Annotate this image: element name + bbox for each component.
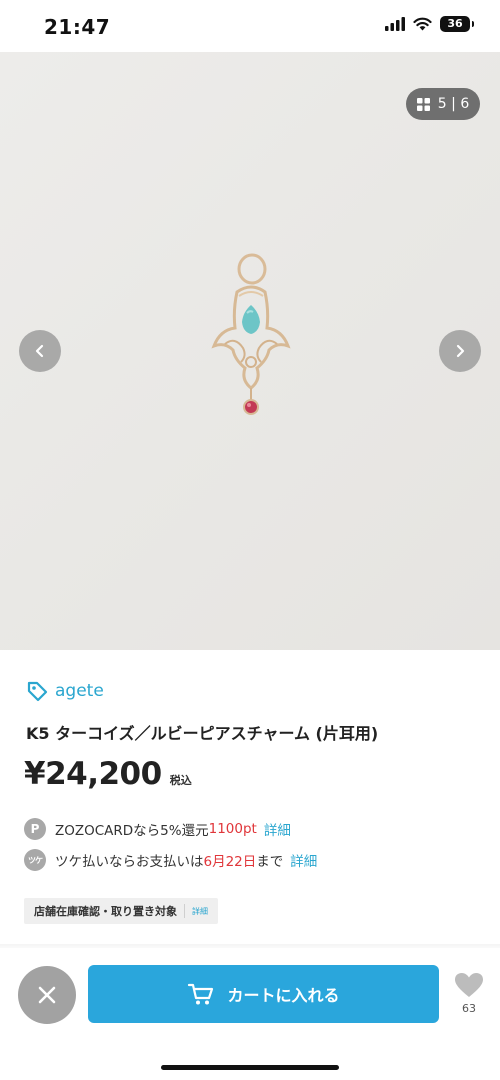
favorite-button[interactable]: 63 (450, 972, 488, 1015)
store-stock-label: 店舗在庫確認・取り置き対象 (34, 905, 177, 918)
zozocard-points: 1100pt (208, 821, 257, 837)
tax-label: 税込 (169, 774, 192, 787)
zozocard-text: ZOZOCARDなら5%還元 (55, 823, 209, 839)
points-icon: P (24, 818, 46, 840)
signal-icon (385, 17, 405, 31)
add-to-cart-label: カートに入れる (227, 986, 340, 1005)
chevron-right-icon (456, 344, 465, 358)
gallery-current-index: 5 (437, 96, 447, 112)
store-stock-detail-link[interactable]: 詳細 (192, 906, 208, 917)
product-price: ¥24,200 (24, 756, 162, 792)
cart-icon (188, 983, 214, 1005)
tsuke-text-after: まで (256, 854, 284, 870)
add-to-cart-button[interactable]: カートに入れる (88, 965, 439, 1023)
charm-product-photo (211, 253, 291, 415)
gallery-total-count: 6 (460, 96, 470, 112)
favorite-count: 63 (462, 1002, 476, 1015)
heart-icon (455, 973, 483, 997)
chevron-left-icon (35, 344, 44, 358)
bottom-action-bar: カートに入れる 63 (0, 948, 500, 1080)
tsuke-date: 6月22日 (203, 854, 257, 870)
battery-icon: 36 (440, 16, 474, 32)
close-icon (38, 986, 56, 1004)
tsuke-detail-link[interactable]: 詳細 (290, 850, 317, 870)
brand-name: agete (55, 681, 104, 701)
status-bar: 21:47 36 (0, 0, 500, 52)
gallery-separator: | (451, 96, 456, 112)
zozocard-detail-link[interactable]: 詳細 (264, 819, 291, 839)
close-button[interactable] (18, 966, 76, 1024)
product-title: K5 ターコイズ／ルビーピアスチャーム (片耳用) (26, 724, 379, 743)
status-time: 21:47 (44, 15, 111, 39)
gallery-counter-text: 5 | 6 (438, 96, 469, 112)
grid-icon (416, 97, 430, 111)
product-image-gallery[interactable]: 5 | 6 (0, 52, 500, 650)
badge-divider (184, 904, 185, 918)
tsuke-benefit: ツケ ツケ払いならお支払いは 6月22日 まで 詳細 (24, 849, 317, 871)
wifi-icon (413, 17, 432, 31)
tsuke-text-before: ツケ払いならお支払いは (55, 854, 204, 870)
home-indicator (161, 1065, 339, 1070)
tsuke-icon: ツケ (24, 849, 46, 871)
store-stock-badge[interactable]: 店舗在庫確認・取り置き対象 詳細 (24, 898, 218, 924)
price-row: ¥24,200 税込 (24, 756, 192, 792)
previous-image-button[interactable] (19, 330, 61, 372)
gallery-counter[interactable]: 5 | 6 (406, 88, 480, 120)
zozocard-benefit: P ZOZOCARDなら5%還元 1100pt 詳細 (24, 818, 291, 840)
next-image-button[interactable] (439, 330, 481, 372)
brand-link[interactable]: agete (26, 680, 104, 702)
tag-icon (27, 681, 48, 702)
status-icons: 36 (385, 16, 474, 32)
